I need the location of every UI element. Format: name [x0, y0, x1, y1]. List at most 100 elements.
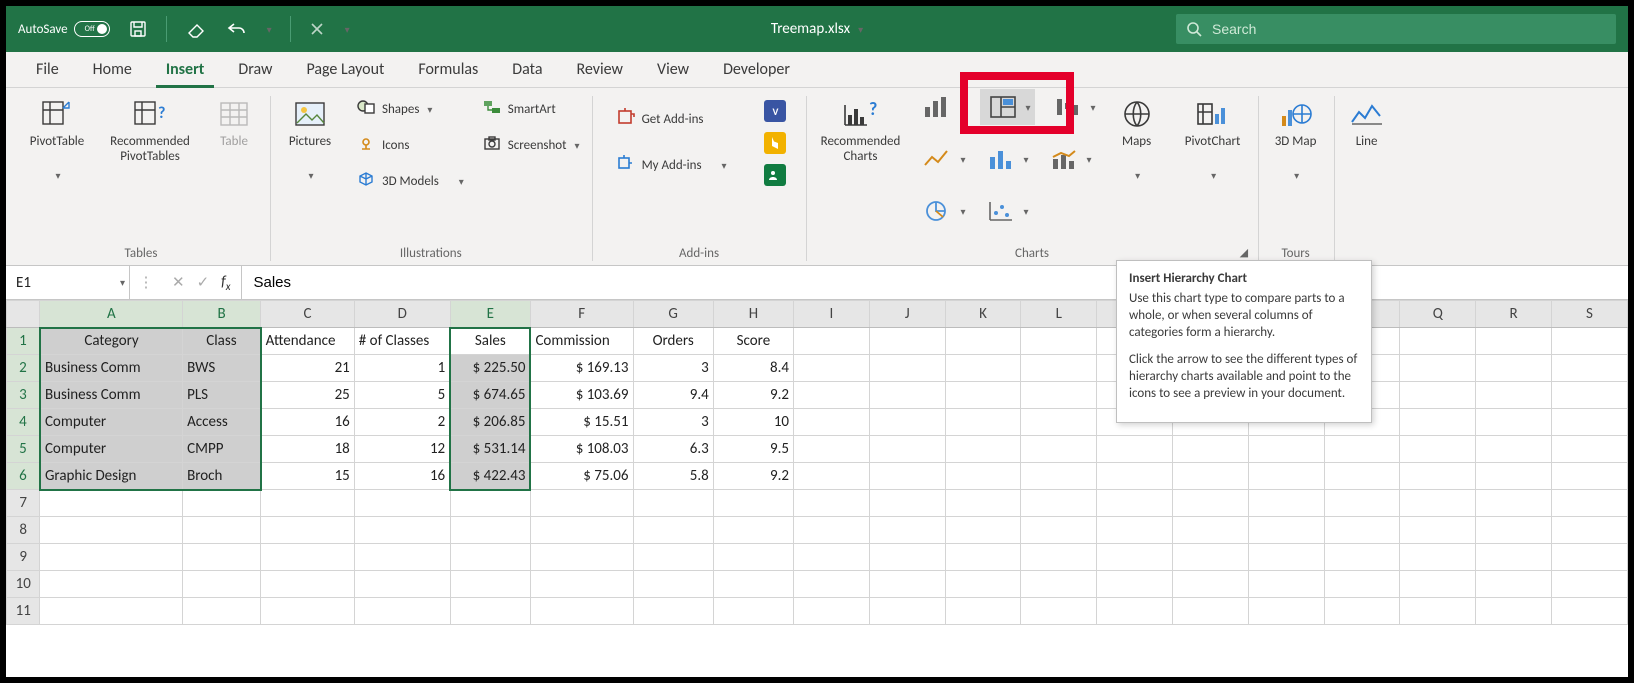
cell[interactable]: [354, 571, 450, 598]
cell[interactable]: [1400, 463, 1476, 490]
combo-chart-button[interactable]: ▾: [1043, 142, 1094, 176]
charts-launcher-icon[interactable]: ◢: [1240, 246, 1254, 260]
cell[interactable]: [1021, 436, 1097, 463]
cell[interactable]: [1476, 544, 1552, 571]
cell[interactable]: [869, 571, 945, 598]
cell[interactable]: # of Classes: [354, 328, 450, 355]
tab-insert[interactable]: Insert: [156, 54, 215, 88]
cell[interactable]: [1552, 328, 1628, 355]
cell[interactable]: [1552, 409, 1628, 436]
cell[interactable]: 3: [633, 355, 713, 382]
cell[interactable]: [1248, 463, 1324, 490]
cell[interactable]: [1248, 598, 1324, 625]
cell[interactable]: 9.4: [633, 382, 713, 409]
autosave-toggle[interactable]: AutoSave Off: [18, 21, 110, 37]
col-header-L[interactable]: L: [1021, 301, 1097, 328]
recommended-charts-button[interactable]: ? Recommended Charts: [814, 92, 906, 166]
cell[interactable]: Class: [183, 328, 261, 355]
cell[interactable]: [40, 544, 183, 571]
cell[interactable]: $ 531.14: [450, 436, 530, 463]
cell[interactable]: [1400, 382, 1476, 409]
col-header-I[interactable]: I: [794, 301, 870, 328]
row-header[interactable]: 11: [7, 598, 40, 625]
cell[interactable]: [354, 544, 450, 571]
row-header[interactable]: 9: [7, 544, 40, 571]
hierarchy-chart-button[interactable]: ▾: [980, 89, 1035, 125]
cell[interactable]: [1476, 436, 1552, 463]
row-header[interactable]: 3: [7, 382, 40, 409]
row-header[interactable]: 4: [7, 409, 40, 436]
col-header-E[interactable]: E: [450, 301, 530, 328]
cell[interactable]: [450, 571, 530, 598]
cell[interactable]: $ 169.13: [530, 355, 633, 382]
cell[interactable]: [1021, 571, 1097, 598]
statistic-chart-button[interactable]: ▾: [980, 142, 1031, 176]
cell[interactable]: $ 103.69: [530, 382, 633, 409]
cell[interactable]: [794, 517, 870, 544]
cell[interactable]: [1476, 490, 1552, 517]
cell[interactable]: [1400, 571, 1476, 598]
cell[interactable]: [40, 490, 183, 517]
cell[interactable]: 21: [261, 355, 355, 382]
cell[interactable]: [1248, 544, 1324, 571]
cell[interactable]: $ 75.06: [530, 463, 633, 490]
recommended-pivottables-button[interactable]: ? Recommended PivotTables: [104, 92, 196, 166]
cell[interactable]: [1476, 571, 1552, 598]
cell[interactable]: 25: [261, 382, 355, 409]
cell[interactable]: 8.4: [713, 355, 793, 382]
cell[interactable]: [1173, 571, 1249, 598]
col-header-J[interactable]: J: [869, 301, 945, 328]
pivotchart-button[interactable]: PivotChart▾: [1176, 92, 1250, 183]
cell[interactable]: [261, 517, 355, 544]
cell[interactable]: 18: [261, 436, 355, 463]
save-icon[interactable]: [128, 19, 148, 39]
search-input[interactable]: [1212, 21, 1606, 37]
cell[interactable]: [530, 598, 633, 625]
row-header[interactable]: 8: [7, 517, 40, 544]
cell[interactable]: [40, 571, 183, 598]
cell[interactable]: [1476, 598, 1552, 625]
cell[interactable]: [1324, 490, 1400, 517]
cell[interactable]: [713, 598, 793, 625]
row-header[interactable]: 6: [7, 463, 40, 490]
cell[interactable]: [1400, 355, 1476, 382]
undo-icon[interactable]: [225, 19, 247, 39]
cell[interactable]: 3: [633, 409, 713, 436]
cell[interactable]: [450, 544, 530, 571]
cell[interactable]: [713, 490, 793, 517]
pie-chart-button[interactable]: ▾: [916, 194, 967, 228]
cell[interactable]: [869, 490, 945, 517]
cell[interactable]: [1021, 409, 1097, 436]
cell[interactable]: Commission: [530, 328, 633, 355]
cell[interactable]: Orders: [633, 328, 713, 355]
cell[interactable]: [261, 544, 355, 571]
cell[interactable]: Category: [40, 328, 183, 355]
cell[interactable]: [1021, 382, 1097, 409]
col-header-D[interactable]: D: [354, 301, 450, 328]
tab-review[interactable]: Review: [566, 54, 633, 88]
spreadsheet-grid[interactable]: ABCDEFGHIJKLMNOPQRS1CategoryClassAttenda…: [6, 300, 1628, 677]
icons-button[interactable]: Icons: [352, 132, 468, 158]
cell[interactable]: Broch: [183, 463, 261, 490]
cell[interactable]: [1476, 355, 1552, 382]
cell[interactable]: [261, 571, 355, 598]
row-header[interactable]: 10: [7, 571, 40, 598]
cell[interactable]: [1021, 517, 1097, 544]
col-header-G[interactable]: G: [633, 301, 713, 328]
cell[interactable]: [1324, 544, 1400, 571]
cell[interactable]: 16: [354, 463, 450, 490]
cell[interactable]: [713, 544, 793, 571]
cell[interactable]: [183, 544, 261, 571]
tab-view[interactable]: View: [647, 54, 699, 88]
cell[interactable]: [1476, 382, 1552, 409]
visio-addin-icon[interactable]: V: [764, 100, 786, 122]
name-box[interactable]: E1 ▾: [6, 266, 130, 299]
cell[interactable]: $ 225.50: [450, 355, 530, 382]
cell[interactable]: [354, 517, 450, 544]
cell[interactable]: [633, 517, 713, 544]
cell[interactable]: Computer: [40, 409, 183, 436]
cell[interactable]: [450, 598, 530, 625]
eraser-icon[interactable]: [185, 19, 207, 39]
cell[interactable]: [713, 571, 793, 598]
cell[interactable]: $ 674.65: [450, 382, 530, 409]
